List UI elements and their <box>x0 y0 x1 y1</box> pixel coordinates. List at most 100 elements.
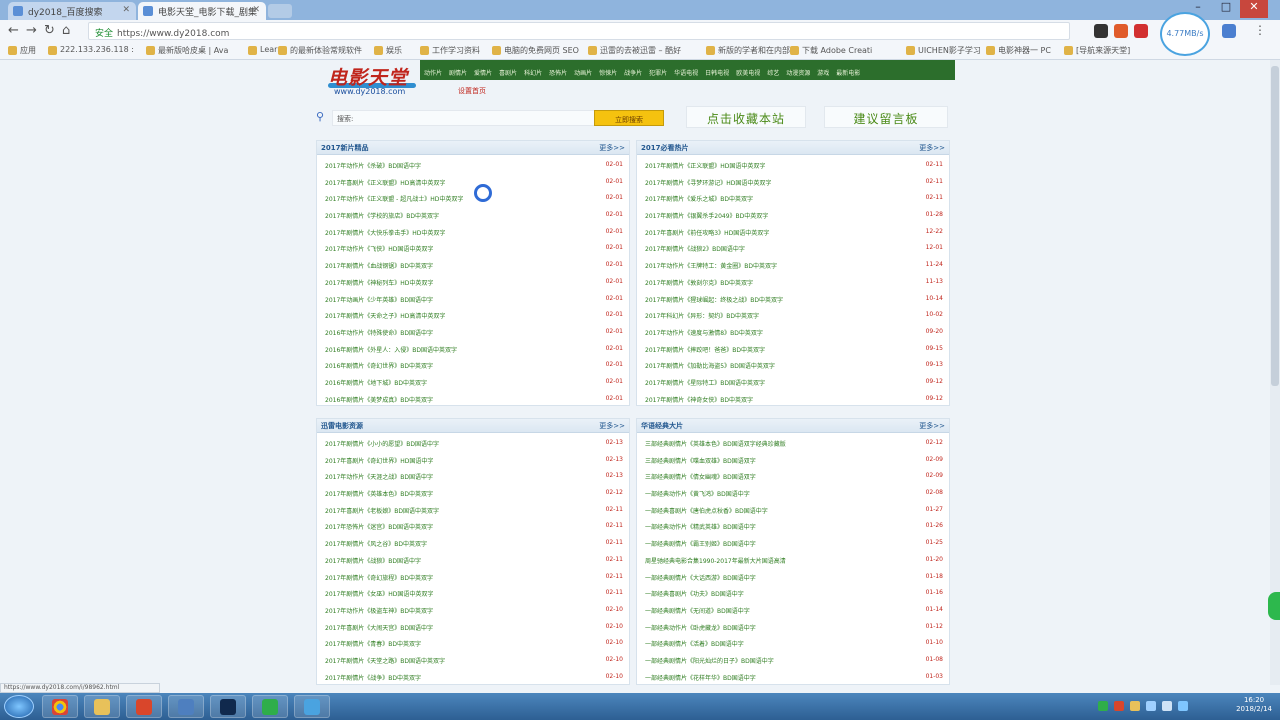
close-tab-icon[interactable]: ✕ <box>122 5 130 15</box>
movie-link[interactable]: 2017年恐怖片《迷宫》BD国语中英双字 <box>325 522 577 531</box>
movie-link[interactable]: 2017年剧情片《银翼杀手2049》BD中英双字 <box>645 211 897 220</box>
bookmark-item[interactable]: 下载 Adobe Creati <box>790 45 872 56</box>
bookmark-item[interactable]: [导航来源天堂] <box>1064 45 1130 56</box>
bookmark-item[interactable]: 电影神器一 PC <box>986 45 1051 56</box>
bookmark-item[interactable]: 电脑的免费网页 SEO <box>492 45 579 56</box>
speed-widget[interactable]: 4.77MB/s <box>1160 12 1210 56</box>
movie-link[interactable]: 2017年剧情片《学校的旅店》BD中英双字 <box>325 211 577 220</box>
movie-link[interactable]: 2017年剧情片《奇幻旅程》BD中英双字 <box>325 573 577 582</box>
scrollbar-thumb[interactable] <box>1271 66 1279 386</box>
action-center-icon[interactable] <box>1178 701 1188 711</box>
forward-icon[interactable]: → <box>26 23 37 38</box>
start-button[interactable] <box>4 695 34 718</box>
extension-icon[interactable] <box>1222 24 1236 38</box>
reload-icon[interactable]: ↻ <box>44 23 55 38</box>
app-task[interactable] <box>126 695 162 718</box>
close-button[interactable]: ✕ <box>1240 0 1268 18</box>
chrome-task[interactable] <box>42 695 78 718</box>
movie-link[interactable]: 周星驰经典电影合集1990-2017年最新大片国语高清 <box>645 556 897 565</box>
movie-link[interactable]: 一部经典剧情片《无间道》BD国语中字 <box>645 606 897 615</box>
set-homepage-link[interactable]: 设置首页 <box>458 86 486 96</box>
movie-link[interactable]: 2017年动作片《极盗车神》BD中英双字 <box>325 606 577 615</box>
photoshop-task[interactable] <box>210 695 246 718</box>
home-icon[interactable]: ⌂ <box>62 23 70 38</box>
search-input[interactable]: 搜索: <box>332 110 602 126</box>
bookmark-item[interactable]: UICHEN影子学习 <box>906 45 981 56</box>
movie-link[interactable]: 2017年剧情片《寻梦环游记》HD国语中英双字 <box>645 178 897 187</box>
movie-link[interactable]: 2017年动画片《少年英雄》BD国语中字 <box>325 295 577 304</box>
movie-link[interactable]: 2017年科幻片《异形：契约》BD中英双字 <box>645 311 897 320</box>
bookmark-item[interactable]: 应用 <box>8 45 36 56</box>
app-task[interactable] <box>294 695 330 718</box>
movie-link[interactable]: 2016年动作片《特殊使命》BD国语中字 <box>325 328 577 337</box>
nav-item[interactable]: 综艺 <box>767 68 779 77</box>
movie-link[interactable]: 2016年剧情片《美梦成真》BD中英双字 <box>325 395 577 404</box>
more-link[interactable]: 更多>> <box>599 421 625 431</box>
nav-item[interactable]: 动画片 <box>574 68 592 77</box>
movie-link[interactable]: 2017年动作片《王牌特工：黄金圈》BD中英双字 <box>645 261 897 270</box>
movie-link[interactable]: 2017年剧情片《神奇女侠》BD中英双字 <box>645 395 897 404</box>
close-tab-icon[interactable]: ✕ <box>252 5 260 15</box>
explorer-task[interactable] <box>84 695 120 718</box>
movie-link[interactable]: 2017年喜剧片《前任攻略3》HD国语中英双字 <box>645 228 897 237</box>
movie-link[interactable]: 2016年剧情片《地下城》BD中英双字 <box>325 378 577 387</box>
movie-link[interactable]: 2017年喜剧片《正义联盟》HD高清中英双字 <box>325 178 577 187</box>
movie-link[interactable]: 2017年剧情片《大快乐拳击手》HD中英双字 <box>325 228 577 237</box>
movie-link[interactable]: 2017年剧情片《神秘列车》HD中英双字 <box>325 278 577 287</box>
bookmark-item[interactable]: 迅雷的去被迅雷 – 酷好 <box>588 45 681 56</box>
movie-link[interactable]: 一部经典剧情片《霸王别姬》BD国语中字 <box>645 539 897 548</box>
bookmark-item[interactable]: 新版的学者和在内部 <box>706 45 790 56</box>
movie-link[interactable]: 一部经典动作片《精武英雄》BD国语中字 <box>645 522 897 531</box>
movie-link[interactable]: 2017年剧情片《风之谷》BD中英双字 <box>325 539 577 548</box>
search-button[interactable]: 立即搜索 <box>594 110 664 126</box>
more-link[interactable]: 更多>> <box>919 143 945 153</box>
bookmark-item[interactable]: 娱乐 <box>374 45 402 56</box>
movie-link[interactable]: 一部经典剧情片《大话西游》BD国语中字 <box>645 573 897 582</box>
bookmark-item[interactable]: 的最新体验常规软件 <box>278 45 362 56</box>
movie-link[interactable]: 2017年剧情片《战狼》BD国语中字 <box>325 556 577 565</box>
bookmark-item[interactable]: 工作学习资料 <box>420 45 480 56</box>
nav-item[interactable]: 喜剧片 <box>499 68 517 77</box>
more-link[interactable]: 更多>> <box>919 421 945 431</box>
movie-link[interactable]: 2016年剧情片《奇幻世界》BD中英双字 <box>325 361 577 370</box>
movie-link[interactable]: 2017年剧情片《正义联盟》HD国语中英双字 <box>645 161 897 170</box>
nav-item[interactable]: 日韩电视 <box>705 68 729 77</box>
movie-link[interactable]: 2017年剧情片《天堂之路》BD国语中英双字 <box>325 656 577 665</box>
floating-share-button[interactable] <box>1268 592 1280 620</box>
back-icon[interactable]: ← <box>8 23 19 38</box>
movie-link[interactable]: 三部经典剧情片《倩女幽魂》BD国语双字 <box>645 472 897 481</box>
movie-link[interactable]: 2017年剧情片《小小的愿望》BD国语中字 <box>325 439 577 448</box>
movie-link[interactable]: 2017年剧情片《加勒比海盗5》BD国语中英双字 <box>645 361 897 370</box>
app-task[interactable] <box>168 695 204 718</box>
add-favorite-button[interactable]: 点击收藏本站 <box>686 106 806 128</box>
movie-link[interactable]: 2017年动作片《杀破》BD国语中字 <box>325 161 577 170</box>
movie-link[interactable]: 2017年动作片《正义联盟 - 超凡战士》HD中英双字 <box>325 194 577 203</box>
maximize-button[interactable]: □ <box>1212 0 1240 18</box>
nav-item[interactable]: 爱情片 <box>474 68 492 77</box>
nav-item[interactable]: 动作片 <box>424 68 442 77</box>
nav-item[interactable]: 剧情片 <box>449 68 467 77</box>
movie-link[interactable]: 2017年喜剧片《大闹天宫》BD国语中字 <box>325 623 577 632</box>
movie-link[interactable]: 2017年剧情片《英雄本色》BD中英双字 <box>325 489 577 498</box>
network-icon[interactable] <box>1146 701 1156 711</box>
tab-baidu-search[interactable]: dy2018_百度搜索 ✕ <box>8 2 136 20</box>
tray-icon[interactable] <box>1098 701 1108 711</box>
nav-item[interactable]: 欧美电视 <box>736 68 760 77</box>
movie-link[interactable]: 2017年剧情片《战狼2》BD国语中字 <box>645 244 897 253</box>
movie-link[interactable]: 一部经典剧情片《活着》BD国语中字 <box>645 639 897 648</box>
nav-item[interactable]: 战争片 <box>624 68 642 77</box>
movie-link[interactable]: 2017年动作片《速度与激情8》BD中英双字 <box>645 328 897 337</box>
movie-link[interactable]: 2017年喜剧片《奇幻世界》HD国语中字 <box>325 456 577 465</box>
app-task[interactable] <box>252 695 288 718</box>
site-logo[interactable]: 电影天堂 www.dy2018.com <box>328 63 418 97</box>
movie-link[interactable]: 2017年剧情片《天命之子》HD高清中英双字 <box>325 311 577 320</box>
movie-link[interactable]: 2017年剧情片《血战钢锯》BD中英双字 <box>325 261 577 270</box>
movie-link[interactable]: 2016年剧情片《外星人：入侵》BD国语中英双字 <box>325 345 577 354</box>
nav-item[interactable]: 最新电影 <box>836 68 860 77</box>
message-board-button[interactable]: 建议留言板 <box>824 106 948 128</box>
movie-link[interactable]: 一部经典剧情片《花样年华》BD国语中字 <box>645 673 897 682</box>
movie-link[interactable]: 2017年剧情片《青春》BD中英双字 <box>325 639 577 648</box>
movie-link[interactable]: 2017年剧情片《星际特工》BD国语中英双字 <box>645 378 897 387</box>
tab-dy2018[interactable]: 电影天堂_电影下载_剧集 ✕ <box>138 2 266 20</box>
nav-item[interactable]: 惊悚片 <box>599 68 617 77</box>
